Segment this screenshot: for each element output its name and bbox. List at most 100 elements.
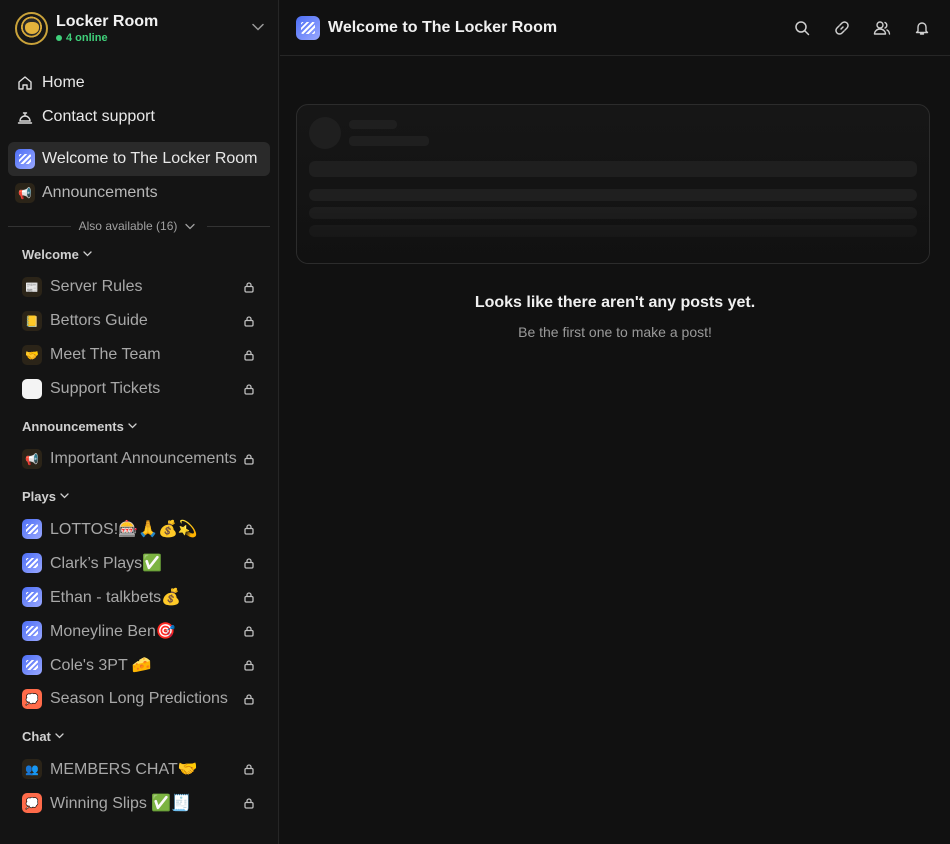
channel-label: Clark’s Plays✅ (50, 555, 163, 572)
channel-item[interactable]: 📢 Important Announcements (0, 442, 278, 476)
lock-icon (242, 557, 256, 569)
lock-icon (242, 797, 256, 809)
lock-icon (242, 763, 256, 775)
bell-icon[interactable] (910, 16, 934, 40)
channel-label: Bettors Guide (50, 312, 148, 329)
bell-desk-icon (16, 108, 34, 126)
sidebar: Locker Room 4 online Home Contact suppor… (0, 0, 279, 844)
lock-icon (242, 625, 256, 637)
channel-icon (22, 621, 42, 641)
divider-line (207, 225, 270, 227)
channel-item[interactable]: Moneyline Ben🎯 (0, 614, 278, 648)
lock-icon (242, 383, 256, 395)
channel-icon (22, 519, 42, 539)
home-icon (16, 74, 34, 92)
empty-state-title: Looks like there aren't any posts yet. (474, 294, 756, 311)
channel-label: Meet The Team (50, 346, 161, 363)
channel-label: LOTTOS!🎰🙏💰💫 (50, 521, 198, 538)
chevron-down-icon (83, 249, 92, 259)
lock-icon (242, 523, 256, 535)
lock-icon (242, 281, 256, 293)
category-plays[interactable]: Plays (0, 486, 278, 506)
channel-item[interactable]: 💭 Season Long Predictions (0, 682, 278, 716)
channel-item[interactable]: Support Tickets (0, 372, 278, 406)
channel-item[interactable]: Ethan - talkbets💰 (0, 580, 278, 614)
post-skeleton-placeholder (296, 104, 930, 264)
channel-item[interactable]: Cole's 3PT 🧀 (0, 648, 278, 682)
channel-icon: 📰 (22, 277, 42, 297)
lock-icon (242, 349, 256, 361)
lock-icon (242, 453, 256, 465)
members-icon[interactable] (870, 16, 894, 40)
channel-icon (22, 655, 42, 675)
empty-state-subtitle: Be the first one to make a post! (518, 324, 712, 340)
nav-home[interactable]: Home (8, 66, 270, 100)
channel-icon: 💭 (22, 689, 42, 709)
channel-item[interactable]: 🤝 Meet The Team (0, 338, 278, 372)
nav-contact-label: Contact support (42, 108, 155, 125)
lock-icon (242, 659, 256, 671)
channel-icon: 💭 (22, 793, 42, 813)
channel-announcements[interactable]: 📢 Announcements (8, 176, 270, 210)
category-welcome[interactable]: Welcome (0, 244, 278, 264)
channel-item[interactable]: 📒 Bettors Guide (0, 304, 278, 338)
nav-home-label: Home (42, 74, 85, 91)
server-info: Locker Room 4 online (56, 12, 252, 45)
online-count: 4 online (56, 31, 252, 45)
lock-icon (242, 591, 256, 603)
channel-item[interactable]: 👥 MEMBERS CHAT🤝 (0, 752, 278, 786)
chevron-down-icon (60, 491, 69, 501)
chevron-down-icon (128, 421, 137, 431)
empty-state: Looks like there aren't any posts yet. B… (280, 294, 950, 340)
also-available-toggle[interactable]: Also available (16) (8, 218, 270, 234)
channel-icon: 👥 (22, 759, 42, 779)
channel-label: MEMBERS CHAT🤝 (50, 761, 198, 778)
server-name: Locker Room (56, 12, 159, 30)
channel-label: Cole's 3PT 🧀 (50, 657, 152, 674)
category-label: Plays (22, 488, 56, 504)
channel-welcome-active[interactable]: Welcome to The Locker Room (8, 142, 270, 176)
lock-icon (242, 693, 256, 705)
category-label: Chat (22, 728, 51, 744)
channel-icon (22, 379, 42, 399)
channel-icon (22, 553, 42, 573)
server-logo (15, 11, 48, 45)
main-content: Welcome to The Locker Room Looks like th… (280, 0, 950, 844)
also-available-label: Also available (16) (78, 219, 178, 233)
top-bar: Welcome to The Locker Room (280, 0, 950, 56)
search-icon[interactable] (790, 16, 814, 40)
channel-label: Winning Slips ✅🧾 (50, 795, 192, 812)
channel-list: Welcome 📰 Server Rules 📒 Bettors Guide 🤝 Meet … (0, 244, 278, 820)
megaphone-icon: 📢 (15, 183, 35, 203)
channel-feed-icon (296, 15, 320, 40)
server-header[interactable]: Locker Room 4 online (0, 0, 278, 56)
channel-icon (22, 587, 42, 607)
page-title: Welcome to The Locker Room (328, 18, 558, 36)
nav-contact-support[interactable]: Contact support (8, 100, 270, 134)
category-label: Announcements (22, 418, 124, 434)
category-chat[interactable]: Chat (0, 726, 278, 746)
primary-nav: Home Contact support Welcome to The Lock… (0, 56, 278, 210)
channel-welcome-label: Welcome to The Locker Room (42, 150, 258, 167)
chevron-down-icon[interactable] (252, 22, 264, 34)
channel-item[interactable]: Clark’s Plays✅ (0, 546, 278, 580)
chevron-down-icon (185, 219, 196, 233)
channel-item[interactable]: LOTTOS!🎰🙏💰💫 (0, 512, 278, 546)
chevron-down-icon (55, 731, 64, 741)
channel-item[interactable]: 📰 Server Rules (0, 270, 278, 304)
link-icon[interactable] (830, 16, 854, 40)
channel-icon: 📢 (22, 449, 42, 469)
channel-label: Support Tickets (50, 380, 161, 397)
online-dot-icon (56, 34, 62, 41)
channel-item[interactable]: 💭 Winning Slips ✅🧾 (0, 786, 278, 820)
channel-icon: 📒 (22, 311, 42, 331)
channel-icon: 🤝 (22, 345, 42, 365)
category-announcements[interactable]: Announcements (0, 416, 278, 436)
channel-announcements-label: Announcements (42, 184, 158, 201)
channel-label: Season Long Predictions (50, 690, 228, 707)
channel-label: Important Announcements (50, 450, 237, 467)
channel-label: Ethan - talkbets💰 (50, 589, 182, 606)
lock-icon (242, 315, 256, 327)
blue-feed-icon (15, 149, 35, 169)
channel-label: Server Rules (50, 278, 143, 295)
